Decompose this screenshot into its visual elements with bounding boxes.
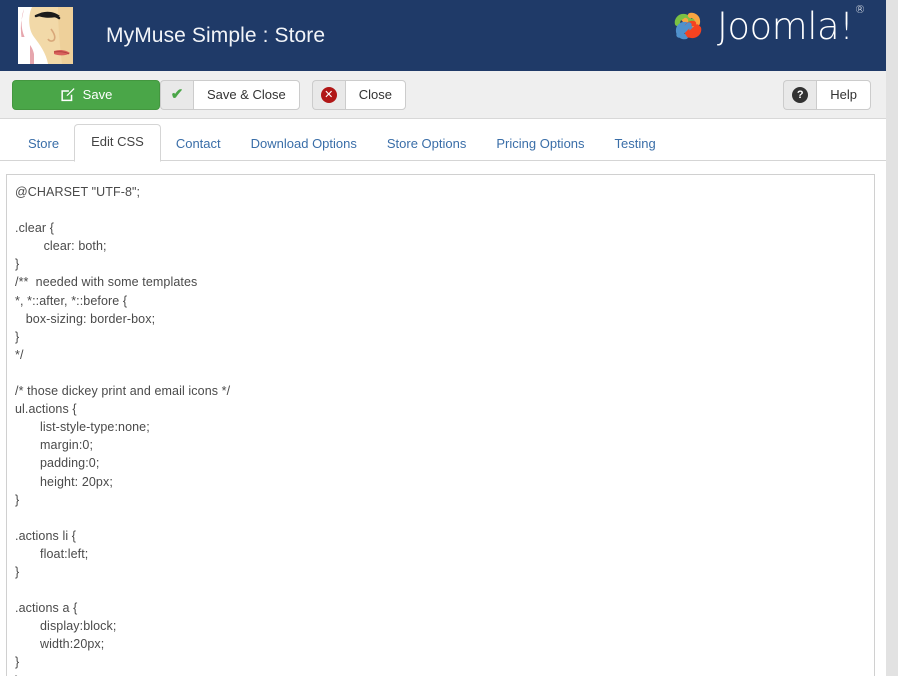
registered-mark: ® [855, 3, 866, 16]
tab-edit-css-label: Edit CSS [91, 134, 144, 149]
joomla-mark-icon [667, 5, 709, 47]
avatar-illustration [18, 7, 73, 64]
tab-contact[interactable]: Contact [161, 127, 236, 162]
avatar [18, 7, 73, 64]
close-button-label: Close [359, 87, 392, 102]
tab-store-label: Store [28, 136, 59, 151]
tab-contact-label: Contact [176, 136, 221, 151]
css-editor[interactable]: @CHARSET "UTF-8"; .clear { clear: both; … [6, 174, 875, 676]
close-button[interactable]: Close [345, 80, 406, 110]
tab-store-options-label: Store Options [387, 136, 467, 151]
help-group[interactable]: ? Help [783, 80, 871, 110]
tab-bar: Store Edit CSS Contact Download Options … [0, 119, 886, 161]
css-editor-content[interactable]: @CHARSET "UTF-8"; .clear { clear: both; … [15, 183, 864, 676]
help-icon-button[interactable]: ? [783, 80, 816, 110]
tab-list: Store Edit CSS Contact Download Options … [13, 119, 886, 161]
toolbar-right-group: ? Help [783, 80, 871, 110]
toolbar: Save ✔ Save & Close ✕ Close ? [0, 71, 886, 119]
tab-pricing-options-label: Pricing Options [496, 136, 584, 151]
editor-container: @CHARSET "UTF-8"; .clear { clear: both; … [0, 161, 886, 676]
joomla-logo: Joomla!® [667, 5, 864, 47]
tab-store[interactable]: Store [13, 127, 74, 162]
joomla-wordmark-text: Joomla! [717, 5, 854, 48]
help-button[interactable]: Help [816, 80, 871, 110]
tab-download-options[interactable]: Download Options [236, 127, 372, 162]
save-button[interactable]: Save [12, 80, 160, 110]
x-circle-icon: ✕ [321, 87, 337, 103]
check-icon: ✔ [171, 87, 184, 102]
close-group[interactable]: ✕ Close [312, 80, 406, 110]
tab-store-options[interactable]: Store Options [372, 127, 482, 162]
tab-download-options-label: Download Options [251, 136, 357, 151]
joomla-wordmark: Joomla!® [717, 8, 864, 45]
save-close-icon-button[interactable]: ✔ [160, 80, 193, 110]
tab-testing-label: Testing [615, 136, 656, 151]
page-title: MyMuse Simple : Store [106, 24, 325, 48]
pencil-square-icon [60, 87, 75, 102]
save-close-button[interactable]: Save & Close [193, 80, 300, 110]
save-close-label: Save & Close [207, 87, 286, 102]
question-circle-icon: ? [792, 87, 808, 103]
tab-testing[interactable]: Testing [600, 127, 671, 162]
admin-page: MyMuse Simple : Store Joomla [0, 0, 886, 676]
close-icon-button[interactable]: ✕ [312, 80, 345, 110]
save-button-label: Save [83, 87, 113, 102]
tab-edit-css[interactable]: Edit CSS [74, 124, 161, 162]
help-button-label: Help [830, 87, 857, 102]
save-close-group[interactable]: ✔ Save & Close [160, 80, 300, 110]
tab-pricing-options[interactable]: Pricing Options [481, 127, 599, 162]
page-header: MyMuse Simple : Store Joomla [0, 0, 886, 71]
